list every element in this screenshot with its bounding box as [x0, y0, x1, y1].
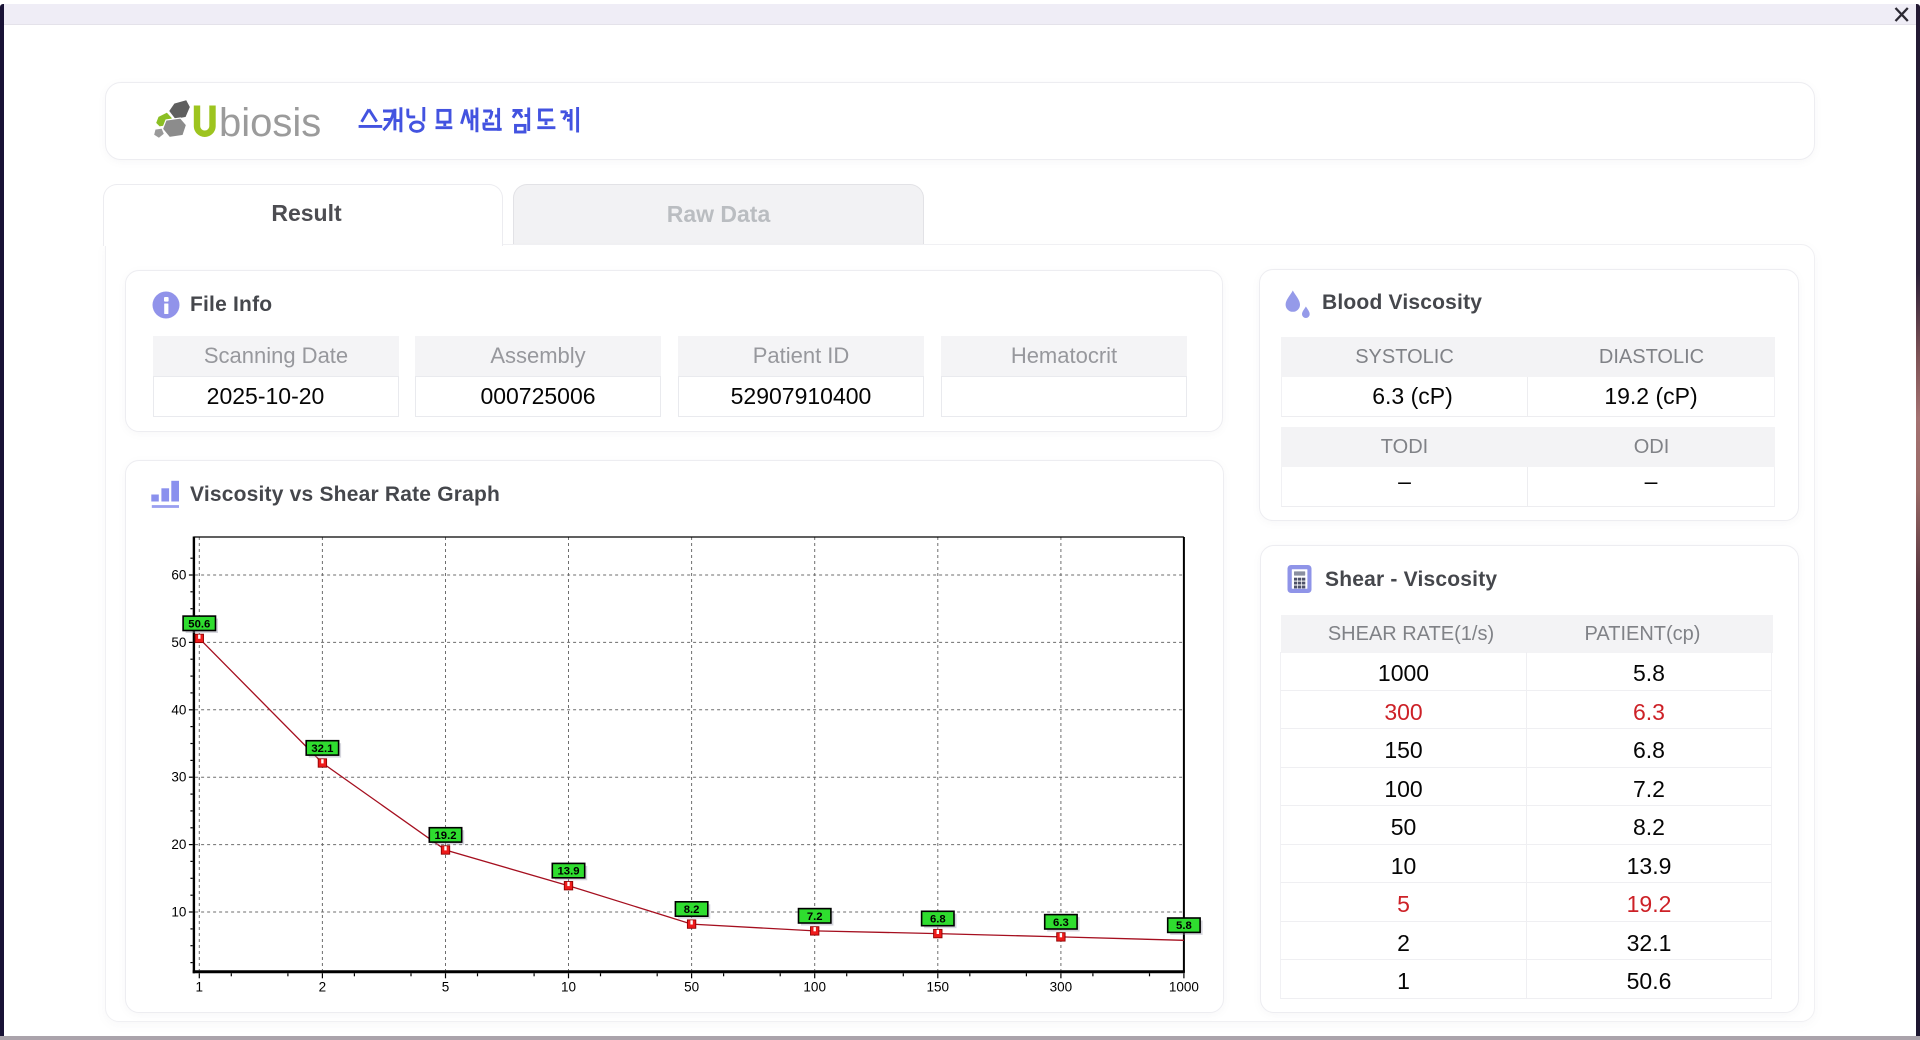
- svg-text:13.9: 13.9: [558, 866, 580, 878]
- svg-text:10: 10: [171, 905, 186, 920]
- svg-text:6.8: 6.8: [930, 914, 946, 926]
- svg-text:8.2: 8.2: [684, 904, 700, 916]
- svg-text:1000: 1000: [1169, 979, 1199, 994]
- svg-text:6.3: 6.3: [1053, 917, 1069, 929]
- svg-text:150: 150: [927, 979, 950, 994]
- svg-text:60: 60: [171, 568, 186, 583]
- svg-text:100: 100: [803, 979, 826, 994]
- svg-text:20: 20: [171, 837, 186, 852]
- svg-text:5.8: 5.8: [1176, 920, 1192, 932]
- svg-text:50: 50: [684, 979, 699, 994]
- svg-text:5: 5: [442, 979, 450, 994]
- svg-text:1: 1: [196, 979, 204, 994]
- svg-text:50: 50: [171, 635, 186, 650]
- svg-text:7.2: 7.2: [807, 911, 823, 923]
- svg-text:19.2: 19.2: [435, 830, 457, 842]
- svg-text:300: 300: [1050, 979, 1073, 994]
- svg-text:50.6: 50.6: [188, 618, 210, 630]
- svg-text:32.1: 32.1: [311, 743, 333, 755]
- svg-text:2: 2: [319, 979, 327, 994]
- svg-text:30: 30: [171, 770, 186, 785]
- svg-text:40: 40: [171, 702, 186, 717]
- svg-text:10: 10: [561, 979, 576, 994]
